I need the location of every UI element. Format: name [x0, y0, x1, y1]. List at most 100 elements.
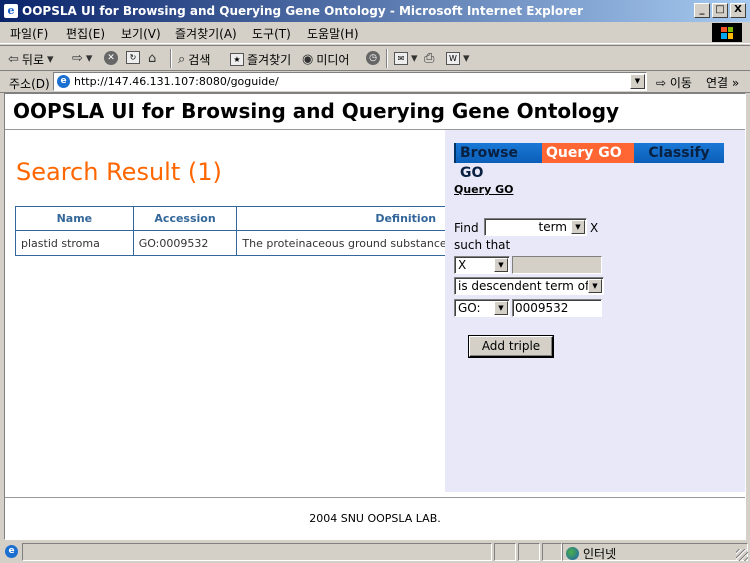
toolbar-separator [386, 49, 388, 68]
address-dropdown-icon[interactable]: ▼ [630, 74, 645, 89]
media-button[interactable]: ◉ 미디어 [302, 51, 349, 68]
find-type-value: term [538, 220, 568, 234]
menu-edit[interactable]: 편집(E) [66, 25, 105, 42]
add-triple-button[interactable]: Add triple [469, 336, 553, 357]
mail-dropdown-icon[interactable]: ▾ [411, 51, 418, 66]
relation-select[interactable]: is descendent term of ▼ [454, 277, 604, 295]
history-button[interactable]: ◷ [366, 51, 380, 65]
divider [5, 497, 745, 498]
menu-file[interactable]: 파일(F) [10, 25, 48, 42]
menu-favorites[interactable]: 즐겨찾기(A) [175, 25, 237, 42]
mail-icon: ✉ [394, 52, 408, 65]
edit-dropdown-icon[interactable]: ▾ [463, 51, 470, 66]
edit-button[interactable]: W ▾ [446, 51, 470, 66]
window-title: OOPSLA UI for Browsing and Querying Gene… [22, 4, 584, 18]
page-title: OOPSLA UI for Browsing and Querying Gene… [13, 99, 620, 123]
favorites-button[interactable]: ★ 즐겨찾기 [230, 51, 291, 68]
relation-value: is descendent term of [458, 279, 590, 293]
search-icon: ⌕ [178, 52, 186, 67]
browser-content: OOPSLA UI for Browsing and Querying Gene… [4, 93, 746, 540]
go-button[interactable]: ⇨ 이동 [656, 74, 692, 91]
address-input[interactable]: e http://147.46.131.107:8080/goguide/ ▼ [53, 72, 647, 91]
page-icon: e [57, 75, 70, 88]
results-table: Name Accession Definition plastid stroma… [15, 206, 445, 256]
resize-grip-icon[interactable] [736, 549, 748, 561]
menu-tools[interactable]: 도구(T) [252, 25, 291, 42]
column-header-accession: Accession [132, 206, 238, 231]
word-icon: W [446, 52, 460, 65]
find-type-select[interactable]: term ▼ [484, 218, 587, 236]
search-label: 검색 [188, 53, 211, 67]
table-header-row: Name Accession Definition [15, 206, 445, 231]
window-controls: _ □ X [694, 3, 746, 18]
column-header-definition: Definition [236, 206, 445, 231]
address-bar: 주소(D) e http://147.46.131.107:8080/gogui… [0, 71, 750, 93]
go-label: 이동 [669, 76, 692, 90]
query-go-heading: Query GO [454, 183, 514, 196]
prefix-value: GO: [458, 301, 481, 315]
globe-icon [566, 547, 579, 560]
status-cell [542, 543, 562, 561]
media-label: 미디어 [316, 53, 350, 67]
subject-select[interactable]: X ▼ [454, 256, 510, 274]
back-button[interactable]: ⇦ 뒤로 ▾ [8, 51, 54, 68]
go-id-input[interactable]: 0009532 [512, 299, 602, 317]
links-button[interactable]: 연결 » [706, 74, 739, 91]
search-button[interactable]: ⌕ 검색 [178, 51, 210, 68]
such-that-label: such that [454, 238, 511, 252]
history-icon: ◷ [366, 51, 380, 65]
chevron-down-icon: ▼ [494, 258, 508, 272]
home-button[interactable]: ⌂ [148, 51, 156, 66]
address-url: http://147.46.131.107:8080/goguide/ [74, 75, 279, 88]
forward-arrow-icon: ⇨ [72, 51, 83, 66]
forward-dropdown-icon[interactable]: ▾ [86, 51, 93, 66]
forward-button[interactable]: ⇨ ▾ [72, 51, 92, 66]
mail-button[interactable]: ✉ ▾ [394, 51, 418, 66]
home-icon: ⌂ [148, 51, 157, 66]
menu-bar: 파일(F) 편집(E) 보기(V) 즐겨찾기(A) 도구(T) 도움말(H) [0, 22, 750, 44]
query-panel: Browse GO Query GO Classify Query GO Fin… [445, 130, 745, 492]
back-label: 뒤로 [21, 53, 44, 67]
table-row[interactable]: plastid stroma GO:0009532 The proteinace… [15, 230, 445, 256]
cell-name[interactable]: plastid stroma [15, 230, 134, 256]
cell-definition: The proteinaceous ground substance of th… [236, 230, 445, 256]
favorites-label: 즐겨찾기 [247, 53, 292, 67]
page-status-icon: e [5, 545, 18, 558]
stop-button[interactable]: ✕ [104, 51, 118, 65]
links-label: 연결 [706, 76, 729, 90]
maximize-button[interactable]: □ [712, 3, 728, 18]
panel-tabs: Browse GO Query GO Classify [454, 143, 724, 181]
media-icon: ◉ [302, 52, 314, 67]
zone-label: 인터넷 [583, 547, 617, 561]
variable-x-label: X [590, 221, 599, 235]
refresh-icon: ↻ [126, 51, 140, 64]
refresh-button[interactable]: ↻ [126, 51, 140, 64]
title-bar: e OOPSLA UI for Browsing and Querying Ge… [0, 0, 750, 22]
status-bar: e 인터넷 [0, 541, 750, 563]
results-frame: Search Result (1) Name Accession Definit… [5, 130, 445, 496]
printer-icon: ⎙ [424, 51, 435, 66]
chevron-down-icon: ▼ [588, 279, 602, 293]
chevron-right-icon: » [731, 76, 740, 90]
status-cell [494, 543, 516, 561]
subject-input-disabled [512, 256, 602, 274]
address-label: 주소(D) [9, 77, 50, 91]
subject-value: X [458, 258, 467, 272]
tab-query-go[interactable]: Query GO [542, 143, 634, 163]
windows-logo-icon [712, 23, 742, 42]
minimize-button[interactable]: _ [694, 3, 710, 18]
toolbar-separator [170, 49, 172, 68]
find-label: Find [454, 221, 479, 235]
close-button[interactable]: X [730, 3, 746, 18]
status-cell [518, 543, 540, 561]
cell-accession[interactable]: GO:0009532 [132, 230, 238, 256]
tab-classify[interactable]: Classify [634, 143, 724, 163]
menu-view[interactable]: 보기(V) [121, 25, 161, 42]
print-button[interactable]: ⎙ [424, 51, 434, 66]
stop-icon: ✕ [104, 51, 118, 65]
back-dropdown-icon[interactable]: ▾ [47, 52, 54, 67]
prefix-select[interactable]: GO: ▼ [454, 299, 510, 317]
toolbar: ⇦ 뒤로 ▾ ⇨ ▾ ✕ ↻ ⌂ ⌕ 검색 ★ 즐겨찾기 ◉ 미디어 ◷ ✉ ▾… [0, 45, 750, 71]
menu-help[interactable]: 도움말(H) [307, 25, 359, 42]
tab-browse-go[interactable]: Browse GO [454, 143, 542, 181]
